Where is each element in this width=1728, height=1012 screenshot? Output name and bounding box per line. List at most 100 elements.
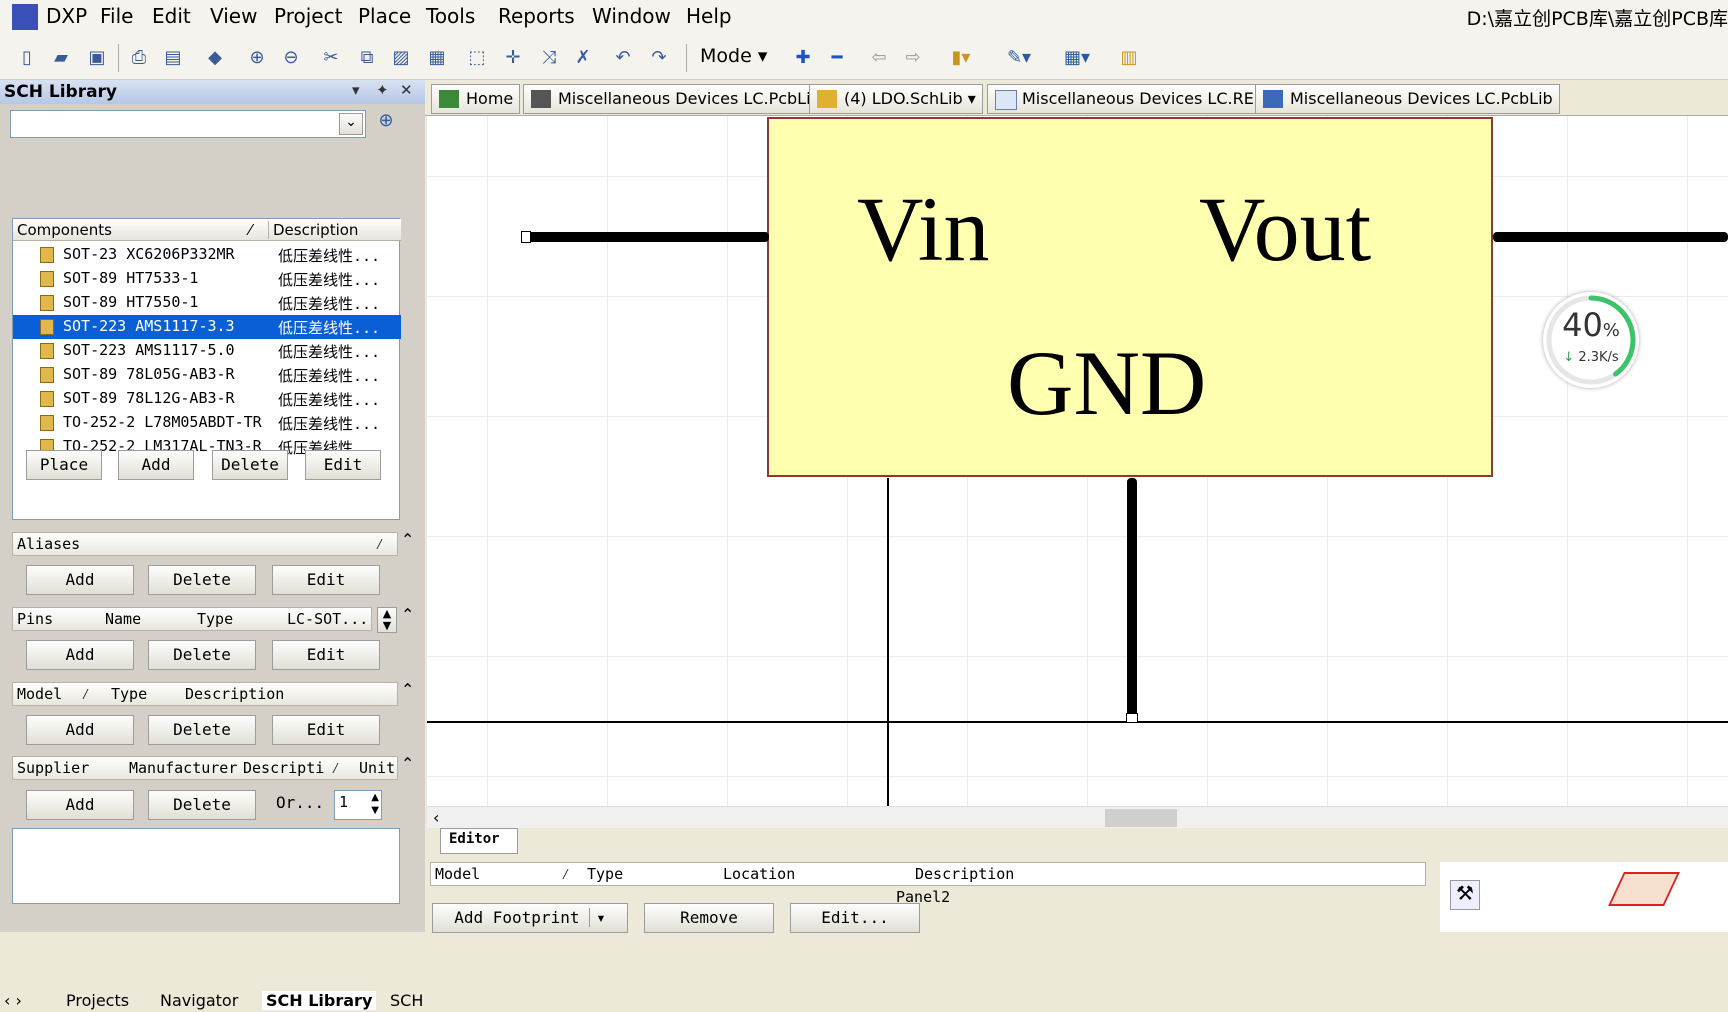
scrollbar-thumb[interactable]	[1105, 809, 1177, 827]
menu-edit[interactable]: Edit	[152, 4, 191, 28]
list-item[interactable]: SOT-23 XC6206P332MR 低压差线性...	[13, 243, 401, 267]
edit-alias-button[interactable]: Edit	[272, 565, 380, 595]
add-component-button[interactable]: Add	[118, 450, 194, 480]
edit-component-button[interactable]: Edit	[305, 450, 381, 480]
close-icon[interactable]: ✕	[400, 81, 413, 99]
component-icon[interactable]: ▮▾	[948, 44, 974, 70]
next-part-icon[interactable]: ⇨	[900, 44, 926, 70]
library-icon[interactable]: ▥	[1116, 44, 1142, 70]
panel-menu-icon[interactable]: ▾	[352, 81, 360, 99]
add-footprint-button[interactable]: Add Footprint ▾	[432, 903, 628, 933]
zoom-out-icon[interactable]: ⊖	[278, 44, 304, 70]
scroll-left-icon[interactable]: ‹	[433, 808, 439, 827]
edit-model-button[interactable]: Edit	[272, 715, 380, 745]
tab-editor[interactable]: Editor	[440, 828, 518, 854]
paste-icon[interactable]: ▨	[388, 44, 414, 70]
undo-icon[interactable]: ↶	[610, 44, 636, 70]
pin-vout[interactable]	[1493, 232, 1728, 242]
notes-area[interactable]	[12, 828, 400, 904]
delete-supplier-button[interactable]: Delete	[148, 790, 256, 820]
horizontal-scrollbar[interactable]: ‹	[427, 806, 1728, 828]
dropdown-arrow-icon[interactable]: ▾	[589, 908, 606, 927]
tab-scroll-icon[interactable]: ‹ ›	[4, 991, 22, 1010]
remove-part-icon[interactable]: ━	[824, 44, 850, 70]
search-dropdown-icon[interactable]: ⌄	[339, 113, 363, 135]
delete-pin-button[interactable]: Delete	[148, 640, 256, 670]
menu-file[interactable]: File	[100, 4, 133, 28]
column-divider[interactable]	[268, 221, 269, 239]
list-item[interactable]: SOT-89 HT7550-1 低压差线性...	[13, 291, 401, 315]
collapse-icon[interactable]: ⌃	[401, 754, 414, 773]
cut-icon[interactable]: ✂	[318, 44, 344, 70]
list-item[interactable]: TO-252-2 L78M05ABDT-TR 低压差线性...	[13, 411, 401, 435]
edit-pin-button[interactable]: Edit	[272, 640, 380, 670]
menu-place[interactable]: Place	[358, 4, 411, 28]
copy-icon[interactable]: ⧉	[354, 44, 380, 70]
pins-header[interactable]: Pins Name Type LC-SOT...	[12, 607, 372, 631]
pin-icon[interactable]: ✦	[376, 81, 389, 99]
dxp-logo-icon[interactable]	[12, 4, 38, 30]
delete-alias-button[interactable]: Delete	[148, 565, 256, 595]
supplier-header[interactable]: Supplier Manufacturer Descripti ⁄ Unit	[12, 756, 398, 780]
remove-button[interactable]: Remove	[644, 903, 774, 933]
tab-pcblib[interactable]: Miscellaneous Devices LC.PcbLib	[523, 84, 828, 114]
model-header[interactable]: Model ⁄ Type Description	[12, 682, 398, 706]
tab-pcblib-2[interactable]: Miscellaneous Devices LC.PcbLib	[1255, 84, 1560, 114]
footprint-tool-icon[interactable]: ⚒	[1450, 880, 1480, 910]
add-part-icon[interactable]: ✚	[790, 44, 816, 70]
mode-dropdown[interactable]: Mode ▾	[700, 45, 767, 67]
tab-report[interactable]: Miscellaneous Devices LC.REP	[987, 84, 1271, 114]
redo-icon[interactable]: ↷	[646, 44, 672, 70]
pin-vin[interactable]	[527, 232, 769, 242]
open-folder-icon[interactable]: ▰	[48, 44, 74, 70]
select-area-icon[interactable]: ⬚	[464, 44, 490, 70]
print-icon[interactable]: ⎙	[126, 44, 152, 70]
component-body[interactable]: Vin Vout GND	[767, 117, 1493, 477]
list-item-selected[interactable]: SOT-223 AMS1117-3.3 低压差线性...	[13, 315, 401, 339]
menu-view[interactable]: View	[210, 4, 257, 28]
delete-component-button[interactable]: Delete	[212, 450, 288, 480]
editor-model-header[interactable]: Model ⁄ Type Location Description	[430, 862, 1426, 886]
place-button[interactable]: Place	[26, 450, 102, 480]
pins-scroll-icon[interactable]: ▲ ▼	[377, 607, 397, 633]
header-description[interactable]: Description	[273, 221, 358, 239]
add-pin-button[interactable]: Add	[26, 640, 134, 670]
list-item[interactable]: SOT-89 HT7533-1 低压差线性...	[13, 267, 401, 291]
menu-reports[interactable]: Reports	[498, 4, 575, 28]
layers-icon[interactable]: ◆	[202, 44, 228, 70]
tab-sch-library[interactable]: SCH Library	[262, 991, 377, 1010]
schematic-canvas[interactable]: Vin Vout GND	[427, 116, 1728, 806]
pin-gnd[interactable]	[1127, 478, 1137, 722]
tab-home[interactable]: Home	[431, 84, 521, 114]
list-item[interactable]: SOT-89 78L05G-AB3-R 低压差线性...	[13, 363, 401, 387]
list-item[interactable]: SOT-223 AMS1117-5.0 低压差线性...	[13, 339, 401, 363]
collapse-icon[interactable]: ⌃	[401, 680, 414, 699]
search-input[interactable]	[10, 110, 366, 138]
aliases-header[interactable]: Aliases ⁄	[12, 532, 398, 556]
menu-help[interactable]: Help	[686, 4, 732, 28]
new-file-icon[interactable]: ▯	[14, 44, 40, 70]
zoom-in-icon[interactable]: ⊕	[244, 44, 270, 70]
deselect-icon[interactable]: ✗	[570, 44, 596, 70]
move-icon[interactable]: ✛	[500, 44, 526, 70]
menu-tools[interactable]: Tools	[426, 4, 475, 28]
add-supplier-button[interactable]: Add	[26, 790, 134, 820]
collapse-icon[interactable]: ⌃	[401, 605, 414, 624]
delete-model-button[interactable]: Delete	[148, 715, 256, 745]
drawing-tools-icon[interactable]: ✎▾	[1006, 44, 1032, 70]
magnifier-icon[interactable]: ⊕	[372, 110, 400, 138]
menu-dxp[interactable]: DXP	[46, 4, 87, 28]
menu-window[interactable]: Window	[592, 4, 671, 28]
collapse-icon[interactable]: ⌃	[401, 530, 414, 549]
tab-sch[interactable]: SCH	[390, 991, 423, 1010]
network-speed-widget[interactable]: 40% ↓ 2.3K/s	[1543, 292, 1639, 388]
header-components[interactable]: Components	[17, 221, 112, 239]
grid-icon[interactable]: ▦▾	[1064, 44, 1090, 70]
previous-part-icon[interactable]: ⇦	[866, 44, 892, 70]
save-icon[interactable]: ▣	[84, 44, 110, 70]
tab-navigator[interactable]: Navigator	[160, 991, 238, 1010]
select-cross-icon[interactable]: ⤨	[536, 44, 562, 70]
paste-array-icon[interactable]: ▦	[424, 44, 450, 70]
order-quantity-stepper[interactable]: 1 ▲ ▼	[334, 790, 382, 820]
list-item[interactable]: SOT-89 78L12G-AB3-R 低压差线性...	[13, 387, 401, 411]
